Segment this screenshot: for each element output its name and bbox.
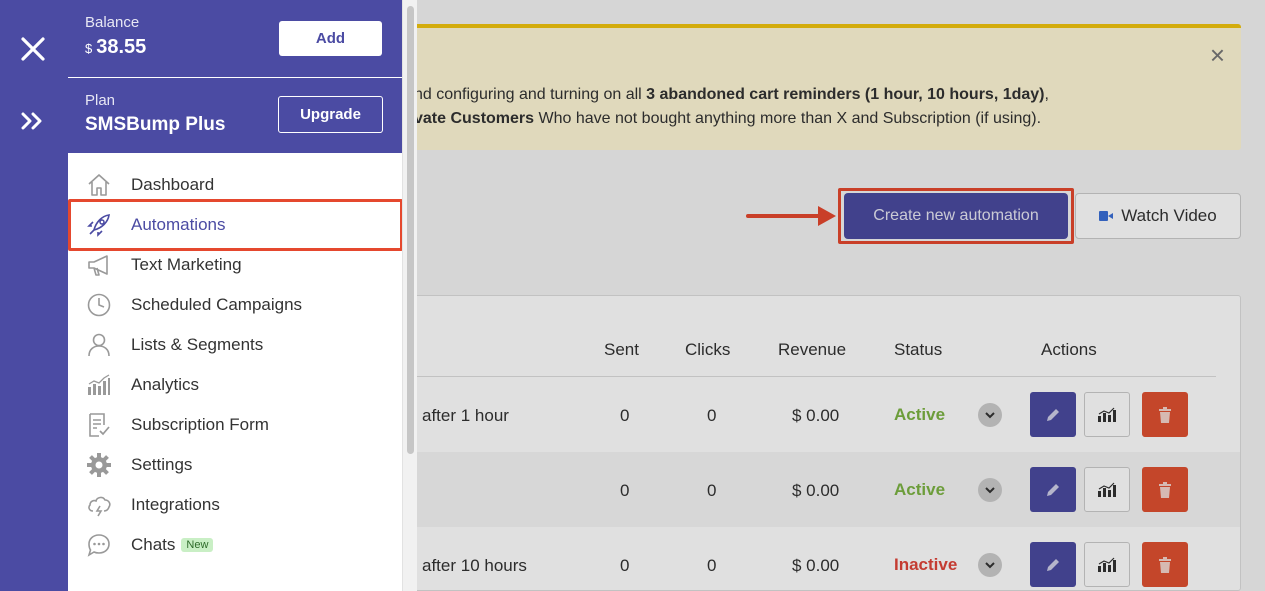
plan-name: SMSBump Plus xyxy=(85,114,226,135)
form-icon xyxy=(85,411,113,439)
automations-highlight xyxy=(68,199,403,251)
close-icon[interactable] xyxy=(20,36,46,62)
clock-icon xyxy=(85,291,113,319)
new-badge: New xyxy=(181,538,214,552)
sidebar-item-label: Scheduled Campaigns xyxy=(131,295,303,314)
balance-panel: Balance $38.55 Add xyxy=(68,0,402,77)
bar-chart-icon xyxy=(85,371,113,399)
chat-icon xyxy=(85,531,113,559)
cloud-icon xyxy=(85,491,113,519)
sidebar-item-scheduled-campaigns[interactable]: Scheduled Campaigns xyxy=(68,287,402,323)
plan-label: Plan xyxy=(85,92,116,109)
double-chevron-right-icon[interactable] xyxy=(20,112,44,130)
sidebar-item-label: Lists & Segments xyxy=(131,335,264,354)
plan-panel: Plan SMSBump Plus Upgrade xyxy=(68,78,402,153)
scrollbar-thumb[interactable] xyxy=(407,6,414,454)
sidebar-item-label: Dashboard xyxy=(131,175,215,194)
sidebar-item-label: Text Marketing xyxy=(131,255,242,274)
gear-icon xyxy=(85,451,113,479)
sidebar-item-lists-segments[interactable]: Lists & Segments xyxy=(68,327,402,363)
sidebar-item-text-marketing[interactable]: Text Marketing xyxy=(68,247,402,283)
sidebar: Balance $38.55 Add Plan SMSBump Plus Upg… xyxy=(68,0,402,591)
sidebar-item-subscription-form[interactable]: Subscription Form xyxy=(68,407,402,443)
sidebar-item-label: Chats New xyxy=(131,535,214,555)
add-balance-button[interactable]: Add xyxy=(279,21,382,56)
user-icon xyxy=(85,331,113,359)
sidebar-item-label: Analytics xyxy=(131,375,200,394)
sidebar-item-analytics[interactable]: Analytics xyxy=(68,367,402,403)
sidebar-item-chats[interactable]: Chats New xyxy=(68,527,402,563)
sidebar-scrollbar[interactable] xyxy=(402,0,417,591)
home-icon xyxy=(85,171,113,199)
sidebar-item-dashboard[interactable]: Dashboard xyxy=(68,167,402,203)
sidebar-item-label: Integrations xyxy=(131,495,220,514)
sidebar-item-label: Subscription Form xyxy=(131,415,269,434)
sidebar-item-label: Settings xyxy=(131,455,193,474)
sidebar-item-settings[interactable]: Settings xyxy=(68,447,402,483)
left-rail xyxy=(0,0,68,591)
sidebar-item-integrations[interactable]: Integrations xyxy=(68,487,402,523)
balance-label: Balance xyxy=(85,14,140,31)
balance-amount: $38.55 xyxy=(85,36,147,58)
megaphone-icon xyxy=(85,251,113,279)
upgrade-button[interactable]: Upgrade xyxy=(278,96,383,133)
